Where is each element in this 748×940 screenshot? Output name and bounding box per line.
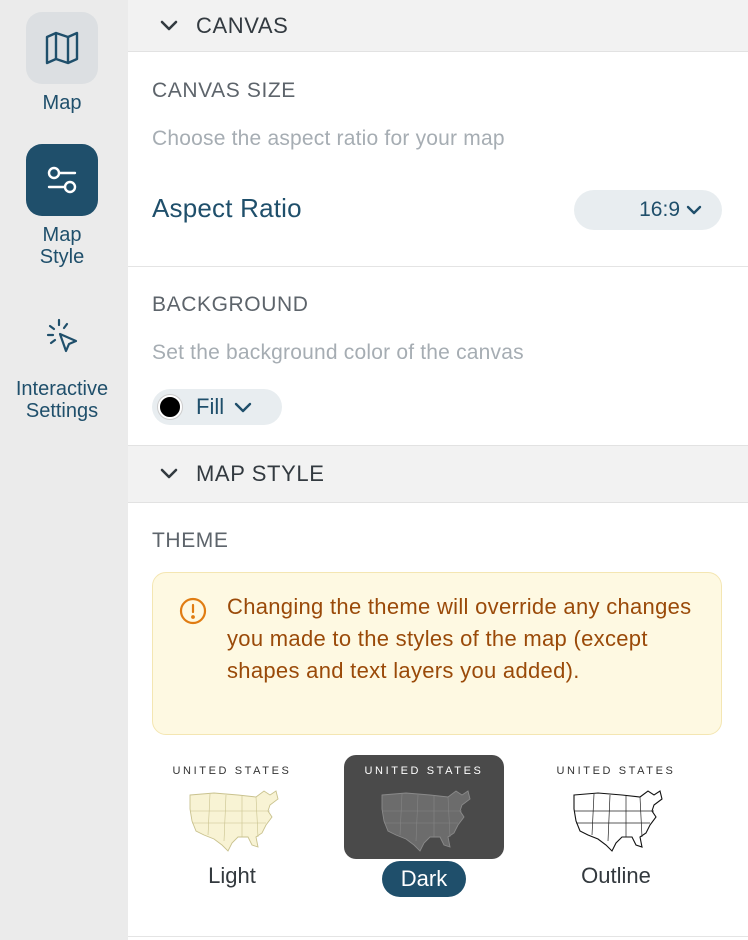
rail-icon-box	[26, 300, 98, 372]
us-map-dark-icon	[381, 790, 471, 852]
left-rail: Map Map Style Interactive Settings	[0, 0, 128, 940]
theme-label: Light	[208, 863, 256, 888]
rail-icon-box	[26, 12, 98, 84]
section-title: MAP STYLE	[196, 461, 325, 486]
divider	[128, 936, 748, 937]
theme-caption: UNITED STATES	[364, 765, 484, 777]
background-fill-select[interactable]: Fill	[152, 389, 282, 425]
section-title: CANVAS	[196, 12, 289, 38]
settings-panel: CANVAS CANVAS SIZE Choose the aspect rat…	[128, 0, 748, 940]
theme-warning-box: Changing the theme will override any cha…	[152, 572, 722, 735]
background-description: Set the background color of the canvas	[152, 341, 524, 364]
color-swatch	[158, 395, 182, 419]
rail-icon-box-selected	[26, 144, 98, 216]
theme-option-outline[interactable]: UNITED STATES Outline	[536, 755, 696, 905]
background-title: BACKGROUND	[152, 293, 309, 316]
map-icon	[45, 31, 79, 65]
rail-item-map-style[interactable]: Map Style	[0, 130, 128, 280]
warning-text: Changing the theme will override any cha…	[227, 594, 692, 683]
theme-caption: UNITED STATES	[172, 765, 292, 777]
rail-item-interactive-settings[interactable]: Interactive Settings	[0, 300, 128, 430]
map-style-section-header[interactable]: MAP STYLE	[128, 445, 748, 503]
aspect-ratio-select[interactable]: 16:9	[574, 190, 722, 230]
chevron-down-icon	[234, 402, 252, 413]
canvas-section-header[interactable]: CANVAS	[128, 0, 748, 52]
rail-label-map: Map	[42, 92, 82, 114]
aspect-ratio-label: Aspect Ratio	[152, 193, 302, 223]
sliders-icon	[47, 166, 77, 194]
theme-label: Outline	[581, 863, 651, 888]
warning-icon	[179, 597, 207, 625]
aspect-ratio-value: 16:9	[639, 198, 680, 221]
theme-title: THEME	[152, 529, 229, 552]
theme-option-light[interactable]: UNITED STATES Light	[152, 755, 312, 905]
theme-caption: UNITED STATES	[556, 765, 676, 777]
app-window: Map Map Style Interactive Settings CANVA…	[0, 0, 748, 940]
chevron-down-icon	[158, 463, 180, 485]
rail-label-interactive-settings: Interactive Settings	[15, 378, 109, 422]
chevron-down-icon	[158, 15, 180, 37]
rail-item-map[interactable]: Map	[0, 0, 128, 120]
us-map-outline-icon	[573, 790, 663, 852]
divider	[128, 266, 748, 267]
theme-option-dark[interactable]: UNITED STATES Dark	[344, 755, 504, 905]
fill-label: Fill	[196, 394, 225, 419]
rail-label-map-style: Map Style	[39, 224, 85, 268]
theme-label-selected: Dark	[382, 861, 466, 897]
cursor-click-icon	[46, 318, 78, 353]
canvas-size-title: CANVAS SIZE	[152, 79, 296, 102]
us-map-light-icon	[189, 790, 279, 852]
chevron-down-icon	[686, 205, 702, 215]
canvas-size-description: Choose the aspect ratio for your map	[152, 127, 505, 150]
